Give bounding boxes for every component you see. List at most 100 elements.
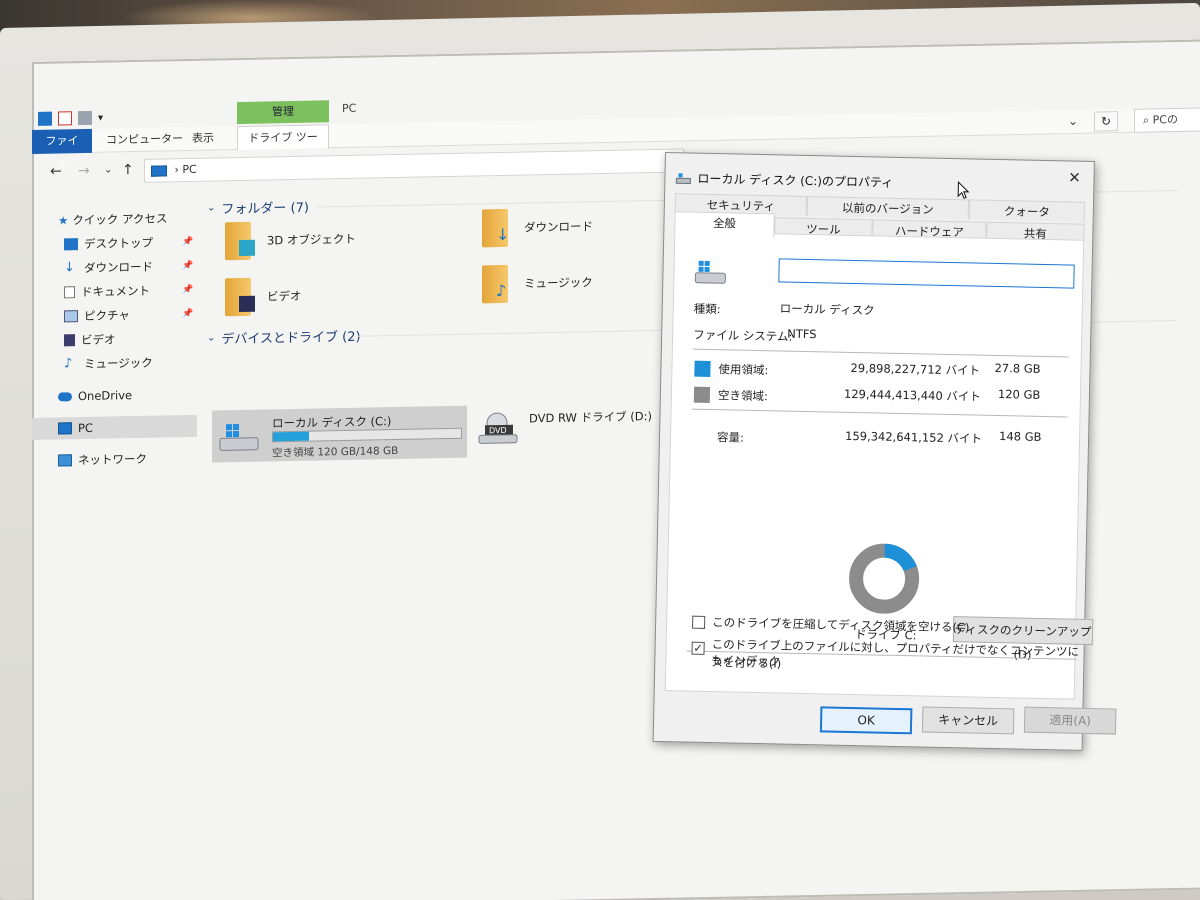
tab-file[interactable]: ファイル xyxy=(32,128,92,172)
filesystem-value: NTFS xyxy=(787,326,817,342)
index-checkbox[interactable]: ✓ xyxy=(691,641,705,655)
folder-videos[interactable]: ビデオ xyxy=(225,277,302,317)
capacity-size: 148 GB xyxy=(998,429,1042,444)
cancel-button[interactable]: キャンセル xyxy=(921,706,1015,735)
group-header-folders[interactable]: ⌄ フォルダー (7) xyxy=(207,190,1177,218)
pin-icon: 📌 xyxy=(182,260,194,272)
search-input[interactable]: ⌕ PCの xyxy=(1134,107,1200,133)
filesystem-label: ファイル システム: xyxy=(693,327,793,344)
divider xyxy=(691,408,1068,418)
group-header-drives[interactable]: ⌄ デバイスとドライブ (2) xyxy=(207,320,1177,348)
download-arrow-icon: ↓ xyxy=(64,260,75,276)
tab-drive-tools[interactable]: ドライブ ツール xyxy=(237,124,329,168)
forward-icon[interactable]: → xyxy=(78,163,90,179)
dialog-title: ローカル ディスク (C:)のプロパティ xyxy=(675,169,893,191)
drive-name-input[interactable] xyxy=(778,258,1075,289)
pc-icon xyxy=(151,164,167,177)
nav-quick-access[interactable]: ★ クイック アクセス xyxy=(32,207,197,232)
nav-documents[interactable]: ドキュメント 📌 xyxy=(32,279,197,304)
tab-view[interactable]: 表示 xyxy=(182,126,224,151)
star-icon: ★ xyxy=(58,213,69,228)
ribbon-expand-icon[interactable]: ⌄ xyxy=(1068,114,1078,128)
capacity-bytes: 159,342,641,152 バイト xyxy=(844,428,983,446)
quick-access-toolbar: ▾ xyxy=(32,107,103,130)
drive-local-disk-c[interactable]: ローカル ディスク (C:) 空き領域 120 GB/148 GB xyxy=(212,405,467,463)
windows-drive-icon xyxy=(694,260,726,284)
refresh-button[interactable]: ↻ xyxy=(1094,111,1118,132)
desktop-icon xyxy=(64,238,78,251)
free-space-label: 空き領域: xyxy=(717,388,768,404)
type-value: ローカル ディスク xyxy=(779,301,875,318)
pin-icon: 📌 xyxy=(182,284,194,296)
folder-music[interactable]: ♪ ミュージック xyxy=(482,263,593,304)
tab-computer[interactable]: コンピューター xyxy=(96,127,193,153)
compress-checkbox[interactable] xyxy=(692,615,706,629)
folder-downloads[interactable]: ↓ ダウンロード xyxy=(482,207,593,248)
nav-downloads[interactable]: ↓ ダウンロード 📌 xyxy=(32,255,197,280)
mouse-cursor-icon xyxy=(957,181,970,199)
new-folder-icon[interactable] xyxy=(78,110,92,126)
up-icon[interactable]: ↑ xyxy=(122,162,134,178)
chevron-down-icon: ⌄ xyxy=(207,332,216,344)
free-space-swatch xyxy=(693,386,711,403)
search-icon: ⌕ xyxy=(1143,113,1153,127)
back-icon[interactable]: ← xyxy=(50,163,62,179)
search-placeholder: PCの xyxy=(1152,112,1178,127)
breadcrumb[interactable]: PC xyxy=(182,163,196,176)
nav-desktop[interactable]: デスクトップ 📌 xyxy=(32,231,197,256)
nav-label: ネットワーク xyxy=(78,451,147,468)
recent-locations-icon[interactable]: ⌄ xyxy=(104,164,112,175)
close-button[interactable]: ✕ xyxy=(1063,167,1085,187)
pc-icon xyxy=(58,422,72,435)
close-icon: ✕ xyxy=(1068,168,1082,187)
ok-button[interactable]: OK xyxy=(819,706,913,735)
pin-icon: 📌 xyxy=(182,308,194,320)
nav-label: ビデオ xyxy=(81,332,116,348)
computer-icon[interactable] xyxy=(38,111,52,126)
group-title: デバイスとドライブ (2) xyxy=(221,329,361,348)
music-note-icon: ♪ xyxy=(496,280,507,301)
properties-icon[interactable] xyxy=(58,111,72,126)
pin-icon: 📌 xyxy=(182,236,194,248)
apply-button[interactable]: 適用(A) xyxy=(1023,706,1117,735)
nav-music[interactable]: ♪ ミュージック xyxy=(32,351,197,376)
nav-label: PC xyxy=(78,420,93,436)
address-bar[interactable]: › PC xyxy=(144,148,684,183)
drive-icon xyxy=(675,172,691,184)
nav-pictures[interactable]: ピクチャ 📌 xyxy=(32,303,197,328)
nav-label: ダウンロード xyxy=(84,259,153,276)
tab-previous-versions[interactable]: 以前のバージョン xyxy=(806,195,970,220)
folder-icon xyxy=(225,277,255,317)
drive-usage-fill xyxy=(273,431,309,442)
nav-label: ミュージック xyxy=(84,355,153,372)
folder-label: 3D オブジェクト xyxy=(267,231,356,248)
music-note-icon: ♪ xyxy=(64,356,73,372)
download-arrow-icon: ↓ xyxy=(496,224,510,245)
tab-quota[interactable]: クォータ xyxy=(968,199,1086,222)
windows-drive-icon xyxy=(219,424,259,451)
nav-network[interactable]: ネットワーク xyxy=(32,447,197,472)
drive-usage-bar xyxy=(272,427,462,443)
document-icon xyxy=(64,286,75,299)
drive-free-space: 空き領域 120 GB/148 GB xyxy=(272,444,399,460)
used-space-size: 27.8 GB xyxy=(994,360,1041,376)
index-label-line2: スを付ける(I) xyxy=(711,655,782,671)
context-header-manage: 管理 xyxy=(237,100,329,125)
folder-label: ビデオ xyxy=(267,288,302,304)
nav-pc[interactable]: PC xyxy=(32,414,197,440)
folder-3d-objects[interactable]: 3D オブジェクト xyxy=(225,220,356,261)
drive-dvd-d[interactable]: DVD DVD RW ドライブ (D:) xyxy=(477,402,677,458)
cube-icon xyxy=(239,239,255,257)
dialog-title-text: ローカル ディスク (C:)のプロパティ xyxy=(697,171,894,190)
nav-label: OneDrive xyxy=(78,388,133,404)
nav-videos[interactable]: ビデオ xyxy=(32,327,197,352)
tab-general[interactable]: 全般 xyxy=(674,211,775,238)
window-title: PC xyxy=(342,101,357,116)
dvd-badge: DVD xyxy=(489,425,507,436)
nav-label: ドキュメント xyxy=(81,283,150,300)
customize-toolbar-icon[interactable]: ▾ xyxy=(98,112,103,123)
chevron-down-icon: ⌄ xyxy=(207,202,216,214)
used-space-label: 使用領域: xyxy=(718,362,769,378)
free-space-size: 120 GB xyxy=(997,387,1041,402)
nav-onedrive[interactable]: OneDrive xyxy=(32,383,197,408)
